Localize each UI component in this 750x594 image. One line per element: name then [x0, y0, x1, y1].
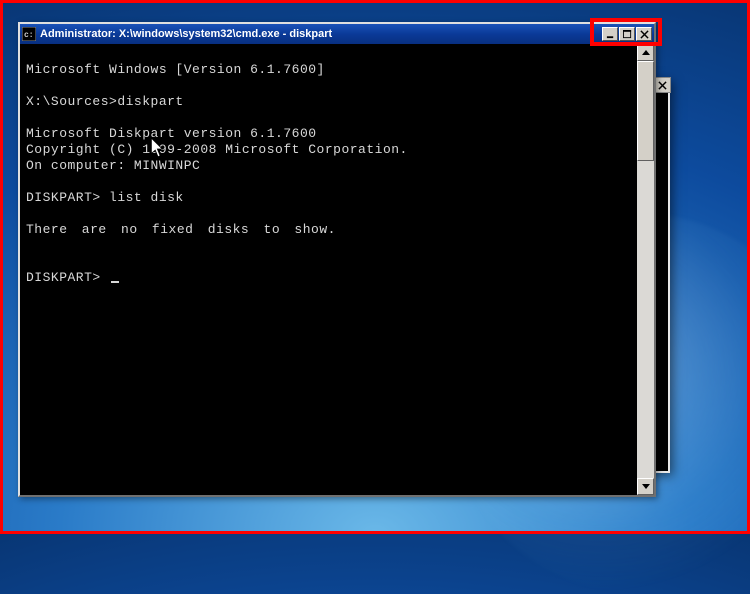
terminal-line: Microsoft Diskpart version 6.1.7600 — [26, 126, 317, 141]
terminal-line: X:\Sources>diskpart — [26, 94, 184, 109]
close-button[interactable] — [636, 27, 652, 41]
terminal-line: Copyright (C) 1999-2008 Microsoft Corpor… — [26, 142, 408, 157]
terminal-line: On computer: MINWINPC — [26, 158, 200, 173]
scroll-thumb[interactable] — [637, 61, 654, 161]
minimize-icon — [606, 30, 615, 39]
scroll-down-button[interactable] — [637, 478, 654, 495]
terminal-output[interactable]: Microsoft Windows [Version 6.1.7600] X:\… — [20, 44, 654, 304]
terminal-prompt: DISKPART> — [26, 270, 109, 285]
close-icon — [640, 30, 649, 39]
maximize-icon — [623, 30, 632, 39]
close-icon — [658, 81, 667, 90]
chevron-down-icon — [642, 484, 650, 489]
cmd-window: c: Administrator: X:\windows\system32\cm… — [18, 22, 656, 497]
terminal-line: Microsoft Windows [Version 6.1.7600] — [26, 62, 325, 77]
minimize-button[interactable] — [602, 27, 618, 41]
terminal-line: DISKPART> list disk — [26, 190, 184, 205]
terminal-line: There are no fixed disks to show. — [26, 222, 336, 237]
maximize-button[interactable] — [619, 27, 635, 41]
chevron-up-icon — [642, 50, 650, 55]
text-cursor — [111, 281, 119, 283]
vertical-scrollbar[interactable] — [637, 44, 654, 495]
window-controls — [602, 27, 652, 41]
window-title: Administrator: X:\windows\system32\cmd.e… — [40, 28, 602, 40]
svg-text:c:: c: — [24, 31, 34, 40]
cmd-icon: c: — [22, 27, 36, 41]
scroll-up-button[interactable] — [637, 44, 654, 61]
titlebar[interactable]: c: Administrator: X:\windows\system32\cm… — [20, 24, 654, 44]
